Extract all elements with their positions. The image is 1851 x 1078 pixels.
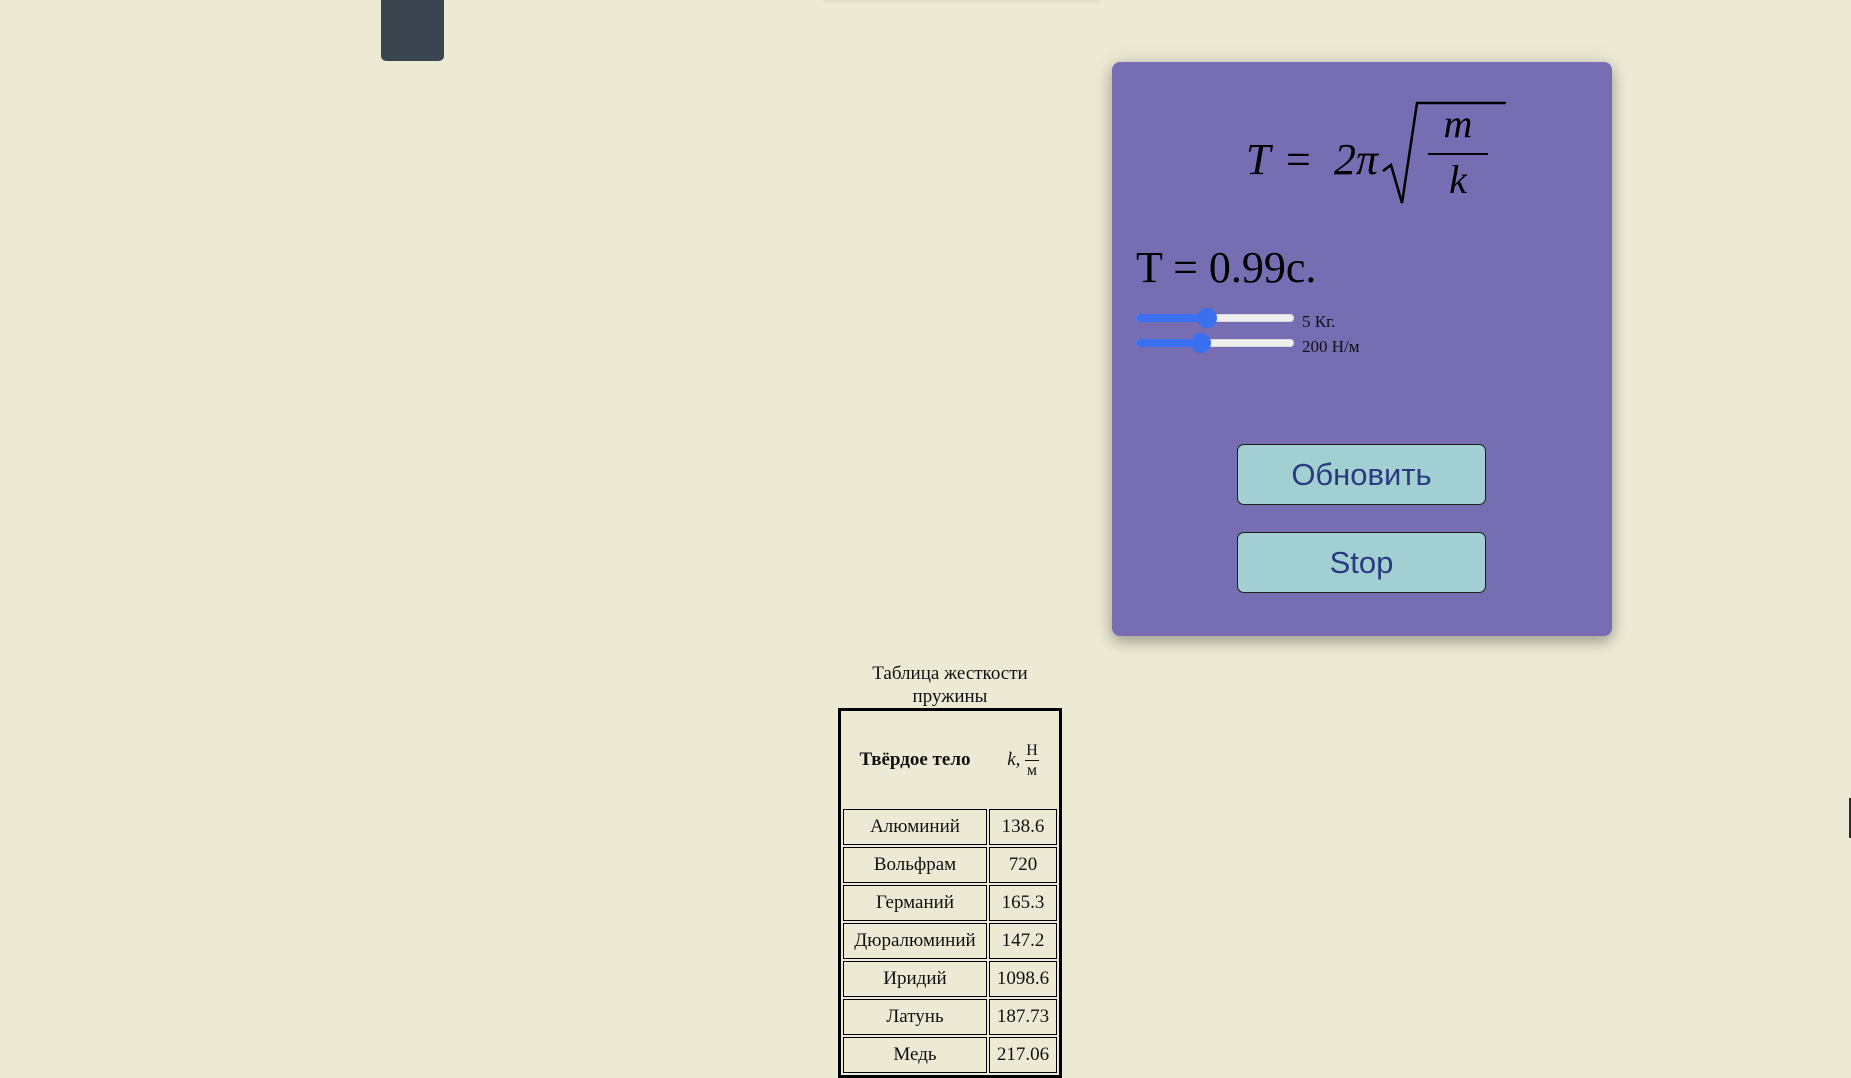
header-unit-numerator: Н <box>1025 741 1039 761</box>
period-formula: T = 2π m k <box>1246 99 1506 209</box>
mass-slider-thumb[interactable] <box>1197 308 1218 328</box>
table-header-row: Твёрдое тело k, Н м <box>843 713 1057 807</box>
header-k-symbol: k, <box>1007 748 1021 770</box>
table-row: Алюминий 138.6 <box>843 809 1057 845</box>
stiffness-table: Твёрдое тело k, Н м Алюминий 138.6 Вольфра… <box>838 708 1062 1078</box>
material-cell: Дюралюминий <box>843 923 987 959</box>
update-button[interactable]: Обновить <box>1237 444 1486 505</box>
formula-lhs: T <box>1246 135 1274 184</box>
k-value-cell: 165.3 <box>989 885 1057 921</box>
stiffness-value-label: 200 Н/м <box>1302 337 1360 356</box>
mass-slider[interactable] <box>1136 308 1294 328</box>
material-cell: Иридий <box>843 961 987 997</box>
table-row: Медь 217.06 <box>843 1037 1057 1073</box>
period-formula-svg: T = 2π m k <box>1246 101 1506 204</box>
header-material: Твёрдое тело <box>859 749 971 770</box>
formula-numerator: m <box>1444 101 1473 146</box>
mass-value-label: 5 Кг. <box>1302 312 1336 331</box>
formula-equals: = <box>1286 135 1311 184</box>
material-cell: Германий <box>843 885 987 921</box>
k-value-cell: 147.2 <box>989 923 1057 959</box>
header-k: k, Н м <box>989 713 1057 807</box>
k-value-cell: 217.06 <box>989 1037 1057 1073</box>
stiffness-slider[interactable] <box>1136 333 1294 353</box>
header-unit-fraction: Н м <box>1025 741 1039 780</box>
table-row: Иридий 1098.6 <box>843 961 1057 997</box>
table-row: Латунь 187.73 <box>843 999 1057 1035</box>
table-row: Вольфрам 720 <box>843 847 1057 883</box>
table-caption: Таблица жесткости пружины <box>872 663 1028 707</box>
material-cell: Вольфрам <box>843 847 987 883</box>
mass-slider-row: 5 Кг. <box>1136 307 1336 331</box>
material-cell: Медь <box>843 1037 987 1073</box>
top-edge-strip <box>823 0 1101 3</box>
stiffness-slider-thumb[interactable] <box>1190 333 1211 353</box>
stop-button[interactable]: Stop <box>1237 532 1486 593</box>
stiffness-slider-row: 200 Н/м <box>1136 332 1360 356</box>
pendulum-mass-block[interactable] <box>381 0 444 61</box>
table-row: Германий 165.3 <box>843 885 1057 921</box>
k-value-cell: 187.73 <box>989 999 1057 1035</box>
material-cell: Латунь <box>843 999 987 1035</box>
k-value-cell: 138.6 <box>989 809 1057 845</box>
control-panel: T = 2π m k T = 0.99с. 5 Кг. 200 Н/м Обно… <box>1112 62 1612 636</box>
k-value-cell: 1098.6 <box>989 961 1057 997</box>
formula-denominator: k <box>1449 157 1468 202</box>
period-result: T = 0.99с. <box>1136 243 1317 292</box>
k-value-cell: 720 <box>989 847 1057 883</box>
table-row: Дюралюминий 147.2 <box>843 923 1057 959</box>
material-cell: Алюминий <box>843 809 987 845</box>
formula-coefficient: 2π <box>1334 135 1380 184</box>
header-unit-denominator: м <box>1026 761 1038 779</box>
